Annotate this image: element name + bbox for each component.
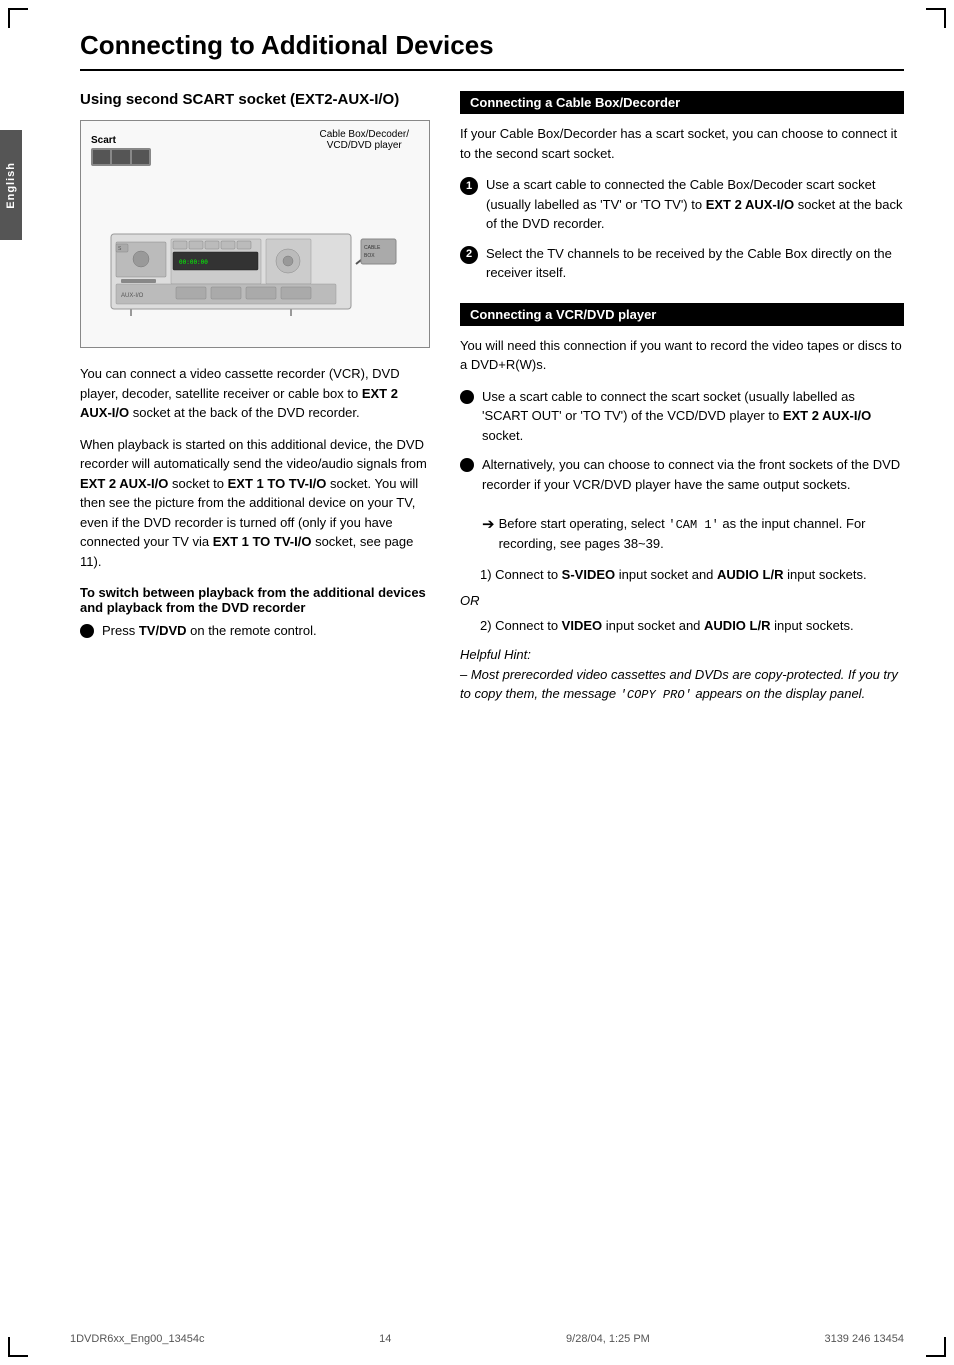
svg-text:AUX-I/O: AUX-I/O bbox=[121, 293, 144, 299]
video-bold: VIDEO bbox=[562, 618, 602, 633]
cable-box-steps: 1 Use a scart cable to connected the Cab… bbox=[460, 175, 904, 283]
step-2-text: Select the TV channels to be received by… bbox=[486, 244, 904, 283]
ext1-bold: EXT 1 TO TV-I/O bbox=[228, 476, 327, 491]
vcr-dvd-bullets: Use a scart cable to connect the scart s… bbox=[460, 387, 904, 554]
device-svg: S 00:00:00 bbox=[91, 174, 401, 334]
step-video: 2) Connect to VIDEO input socket and AUD… bbox=[480, 616, 904, 636]
svideo-bold: S-VIDEO bbox=[562, 567, 615, 582]
left-intro-text: You can connect a video cassette recorde… bbox=[80, 364, 430, 423]
page-footer: 1DVDR6xx_Eng00_13454c 14 9/28/04, 1:25 P… bbox=[0, 1333, 954, 1345]
cable-box-step-1: 1 Use a scart cable to connected the Cab… bbox=[460, 175, 904, 234]
vcr-dvd-bullet-1: Use a scart cable to connect the scart s… bbox=[460, 387, 904, 446]
helpful-hint-text: – Most prerecorded video cassettes and D… bbox=[460, 667, 898, 702]
playback-text: When playback is started on this additio… bbox=[80, 435, 430, 572]
left-column: Using second SCART socket (EXT2-AUX-I/O)… bbox=[80, 91, 430, 724]
page-title: Connecting to Additional Devices bbox=[80, 30, 904, 71]
two-column-layout: Using second SCART socket (EXT2-AUX-I/O)… bbox=[80, 91, 904, 724]
helpful-hint-label: Helpful Hint: bbox=[460, 647, 531, 662]
cable-box-section: Connecting a Cable Box/Decorder If your … bbox=[460, 91, 904, 283]
footer-date: 9/28/04, 1:25 PM bbox=[566, 1333, 650, 1345]
ext-socket-bold: EXT 2 AUX-I/O bbox=[80, 386, 398, 421]
footer-doc-code: 1DVDR6xx_Eng00_13454c bbox=[70, 1333, 205, 1345]
arrow-text-content: Before start operating, select 'CAM 1' a… bbox=[499, 514, 904, 554]
vcr-bullet-2-text: Alternatively, you can choose to connect… bbox=[482, 455, 904, 553]
vcr-dvd-intro: You will need this connection if you wan… bbox=[460, 336, 904, 375]
arrow-instruction: ➔ Before start operating, select 'CAM 1'… bbox=[482, 514, 904, 554]
device-diagram: Scart Cable Box/Decoder/VCD/DVD player bbox=[80, 120, 430, 348]
right-column: Connecting a Cable Box/Decorder If your … bbox=[460, 91, 904, 724]
vcr-dvd-bullet-2: Alternatively, you can choose to connect… bbox=[460, 455, 904, 553]
or-divider: OR bbox=[460, 593, 904, 608]
footer-product-code: 3139 246 13454 bbox=[824, 1333, 904, 1345]
helpful-hint: Helpful Hint: – Most prerecorded video c… bbox=[460, 645, 904, 704]
bullet-icon bbox=[80, 624, 94, 638]
switch-heading: To switch between playback from the addi… bbox=[80, 585, 430, 615]
cam1-display: 'CAM 1' bbox=[668, 518, 718, 532]
step-1-text: Use a scart cable to connected the Cable… bbox=[486, 175, 904, 234]
step-number-1: 1 bbox=[460, 177, 478, 195]
audio-lr-2-bold: AUDIO L/R bbox=[704, 618, 770, 633]
cable-box-step-2: 2 Select the TV channels to be received … bbox=[460, 244, 904, 283]
bullet-icon-1 bbox=[460, 390, 474, 404]
ext2-vcr-bold: EXT 2 AUX-I/O bbox=[783, 408, 871, 423]
ext2-bold: EXT 2 AUX-I/O bbox=[80, 476, 168, 491]
step-svideo: 1) Connect to S-VIDEO input socket and A… bbox=[480, 565, 904, 585]
bullet-icon-2 bbox=[460, 458, 474, 472]
footer-page-number: 14 bbox=[379, 1333, 391, 1345]
arrow-icon: ➔ bbox=[482, 514, 495, 554]
vcr-bullet-1-text: Use a scart cable to connect the scart s… bbox=[482, 387, 904, 446]
switch-bullet-list: Press TV/DVD on the remote control. bbox=[80, 621, 430, 641]
svg-text:BOX: BOX bbox=[364, 253, 375, 259]
tvdvd-button-label: TV/DVD bbox=[139, 623, 187, 638]
vcr-dvd-heading: Connecting a VCR/DVD player bbox=[460, 303, 904, 326]
cable-box-heading: Connecting a Cable Box/Decorder bbox=[460, 91, 904, 114]
svg-text:00:00:00: 00:00:00 bbox=[179, 259, 208, 266]
scart-label: Scart bbox=[91, 135, 116, 146]
cable-box-intro: If your Cable Box/Decorder has a scart s… bbox=[460, 124, 904, 163]
copy-pro-display: 'COPY PRO' bbox=[620, 688, 692, 702]
step-number-2: 2 bbox=[460, 246, 478, 264]
vcr-dvd-section: Connecting a VCR/DVD player You will nee… bbox=[460, 303, 904, 705]
left-section-heading: Using second SCART socket (EXT2-AUX-I/O) bbox=[80, 91, 430, 108]
svg-text:CABLE: CABLE bbox=[364, 245, 381, 251]
cable-box-label: Cable Box/Decoder/VCD/DVD player bbox=[320, 129, 410, 151]
switch-bullet-text: Press TV/DVD on the remote control. bbox=[102, 621, 317, 641]
switch-bullet-item: Press TV/DVD on the remote control. bbox=[80, 621, 430, 641]
ext2-step1-bold: EXT 2 AUX-I/O bbox=[706, 197, 794, 212]
ext1-2-bold: EXT 1 TO TV-I/O bbox=[213, 534, 312, 549]
audio-lr-1-bold: AUDIO L/R bbox=[717, 567, 783, 582]
